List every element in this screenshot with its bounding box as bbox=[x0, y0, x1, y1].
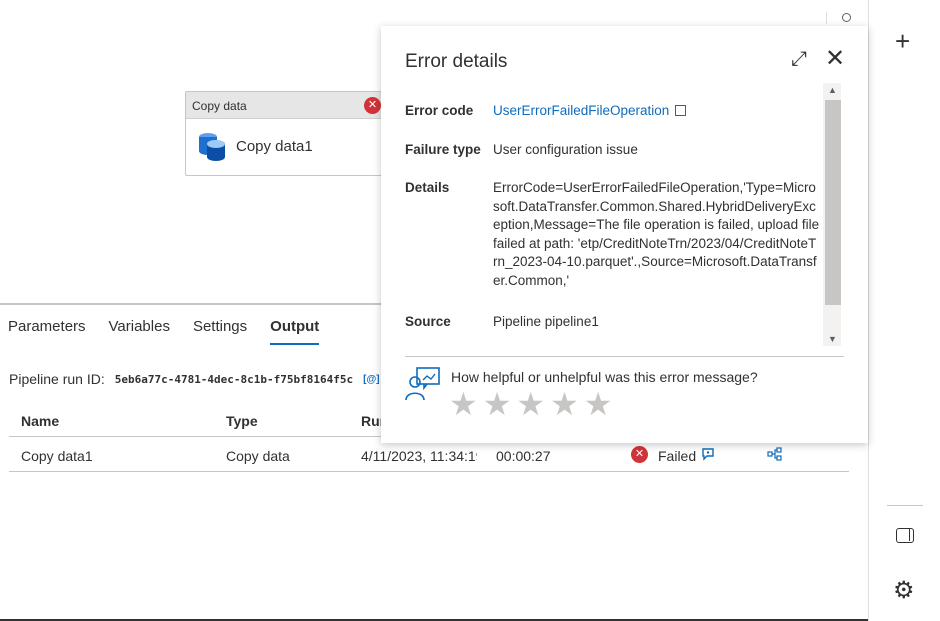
tab-variables[interactable]: Variables bbox=[109, 318, 170, 345]
feedback-person-icon bbox=[405, 367, 440, 401]
column-type[interactable]: Type bbox=[226, 413, 258, 429]
scrollbar[interactable]: ▲ ▼ bbox=[823, 83, 841, 346]
database-icon bbox=[199, 133, 225, 161]
error-details-panel: Error details ⤢ ✕ Error code UserErrorFa… bbox=[381, 26, 868, 443]
error-icon[interactable]: ✕ bbox=[364, 97, 381, 114]
tab-output[interactable]: Output bbox=[270, 318, 320, 345]
error-code-value: UserErrorFailedFileOperation bbox=[493, 102, 820, 121]
panel-title: Error details bbox=[405, 51, 508, 72]
failure-type-value: User configuration issue bbox=[493, 141, 638, 157]
details-label: Details bbox=[405, 180, 450, 195]
error-message-icon[interactable] bbox=[701, 447, 715, 461]
source-value: Pipeline pipeline1 bbox=[493, 314, 599, 329]
activity-header: Copy data ✕ bbox=[186, 92, 389, 119]
star-icon-2[interactable]: ★ bbox=[483, 387, 512, 421]
search-icon[interactable] bbox=[842, 13, 851, 22]
activity-type-label: Copy data bbox=[192, 99, 247, 113]
star-icon-1[interactable]: ★ bbox=[449, 387, 478, 421]
output-tabs: Parameters Variables Settings Output bbox=[8, 318, 342, 345]
activity-body: Copy data1 bbox=[186, 119, 389, 161]
gear-icon[interactable]: ⚙ bbox=[893, 576, 915, 605]
row-status: Failed bbox=[658, 448, 697, 464]
pipeline-run-id: Pipeline run ID: 5eb6a77c-4781-4dec-8c1b… bbox=[9, 371, 380, 387]
row-name: Copy data1 bbox=[21, 448, 93, 464]
tab-parameters[interactable]: Parameters bbox=[8, 318, 86, 345]
error-code-row: Error code UserErrorFailedFileOperation bbox=[405, 102, 820, 121]
source-row: Source Pipeline pipeline1 bbox=[405, 313, 820, 332]
feedback-question: How helpful or unhelpful was this error … bbox=[451, 369, 758, 385]
star-icon-4[interactable]: ★ bbox=[550, 387, 579, 421]
column-name[interactable]: Name bbox=[21, 413, 59, 429]
failure-type-row: Failure type User configuration issue bbox=[405, 141, 820, 160]
activity-name: Copy data1 bbox=[236, 137, 313, 155]
scroll-thumb[interactable] bbox=[825, 100, 841, 305]
error-code-link[interactable]: UserErrorFailedFileOperation bbox=[493, 103, 669, 118]
details-row: Details ErrorCode=UserErrorFailedFileOpe… bbox=[405, 179, 820, 290]
close-icon[interactable]: ✕ bbox=[825, 44, 845, 73]
right-rail: + ⚙ bbox=[868, 0, 940, 621]
star-icon-5[interactable]: ★ bbox=[584, 387, 613, 421]
failed-icon: ✕ bbox=[631, 446, 648, 463]
feedback-divider bbox=[405, 356, 844, 357]
tab-settings[interactable]: Settings bbox=[193, 318, 247, 345]
expand-icon[interactable]: ⤢ bbox=[791, 48, 807, 71]
rail-divider bbox=[887, 505, 923, 506]
row-duration: 00:00:27 bbox=[496, 448, 551, 464]
run-id-label: Pipeline run ID: bbox=[9, 371, 105, 387]
panel-toggle-icon[interactable] bbox=[896, 528, 914, 543]
row-type: Copy data bbox=[226, 448, 290, 464]
scroll-down-icon[interactable]: ▼ bbox=[828, 334, 837, 344]
copy-activity-node[interactable]: Copy data ✕ Copy data1 bbox=[185, 91, 390, 176]
details-value: ErrorCode=UserErrorFailedFileOperation,'… bbox=[493, 180, 820, 288]
lineage-icon[interactable] bbox=[767, 447, 783, 461]
star-rating: ★ ★ ★ ★ ★ bbox=[449, 387, 617, 421]
error-fields: Error code UserErrorFailedFileOperation … bbox=[405, 102, 820, 332]
external-link-icon[interactable] bbox=[675, 105, 687, 116]
row-run-start: 4/11/2023, 11:34:19 bbox=[361, 448, 477, 464]
add-icon[interactable]: + bbox=[895, 28, 910, 54]
star-icon-3[interactable]: ★ bbox=[516, 387, 545, 421]
source-label: Source bbox=[405, 314, 451, 329]
copy-icon[interactable]: [@] bbox=[363, 374, 379, 385]
failure-type-label: Failure type bbox=[405, 141, 481, 157]
run-id-value: 5eb6a77c-4781-4dec-8c1b-f75bf8164f5c bbox=[114, 372, 354, 386]
error-code-label: Error code bbox=[405, 103, 474, 118]
scroll-up-icon[interactable]: ▲ bbox=[828, 85, 837, 95]
